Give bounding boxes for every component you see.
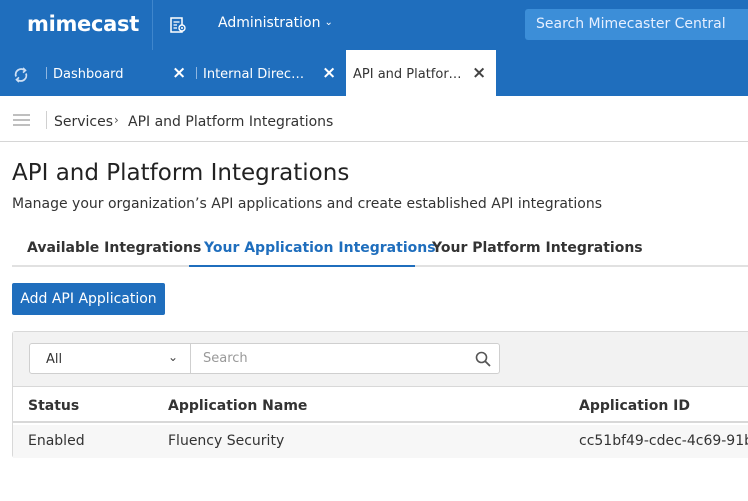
filter-bar: All ⌄ Search bbox=[13, 332, 748, 387]
administration-menu-label: Administration bbox=[218, 15, 321, 31]
header-divider bbox=[152, 0, 153, 50]
breadcrumb-services[interactable]: Services bbox=[54, 114, 113, 130]
tab-label: Internal Directories bbox=[203, 67, 309, 82]
close-icon[interactable]: × bbox=[172, 63, 186, 83]
page-subtitle: Manage your organization’s API applicati… bbox=[12, 196, 603, 212]
applications-panel: All ⌄ Search Status Application Name App… bbox=[12, 331, 748, 458]
status-filter-select[interactable]: All ⌄ bbox=[29, 343, 191, 374]
refresh-icon[interactable] bbox=[13, 67, 29, 83]
breadcrumb-current: API and Platform Integrations bbox=[128, 114, 334, 130]
chevron-down-icon: ⌄ bbox=[167, 350, 178, 364]
tab-internal-directories[interactable]: Internal Directories × bbox=[203, 50, 346, 96]
tab-label: API and Platform Integrations bbox=[353, 67, 463, 82]
search-placeholder: Search bbox=[203, 351, 248, 366]
table-row[interactable]: Enabled Fluency Security cc51bf49-cdec-4… bbox=[13, 425, 748, 458]
tab-separator bbox=[196, 67, 197, 79]
admin-console-icon[interactable] bbox=[169, 16, 187, 34]
chevron-down-icon: ⌄ bbox=[324, 17, 333, 28]
tab-separator bbox=[46, 67, 47, 79]
breadcrumb-divider bbox=[46, 111, 47, 129]
cell-status: Enabled bbox=[28, 433, 85, 449]
page-title: API and Platform Integrations bbox=[12, 160, 350, 186]
column-header-application-name[interactable]: Application Name bbox=[168, 398, 307, 414]
menu-icon[interactable] bbox=[13, 114, 30, 126]
chevron-right-icon: › bbox=[114, 113, 119, 127]
status-filter-value: All bbox=[46, 352, 63, 367]
close-icon[interactable]: × bbox=[322, 63, 336, 83]
tab-available-integrations[interactable]: Available Integrations bbox=[27, 240, 201, 256]
cell-application-id: cc51bf49-cdec-4c69-91bf-0 bbox=[579, 433, 748, 449]
mimecaster-central-search-input[interactable]: Search Mimecaster Central bbox=[525, 9, 748, 40]
active-tab-indicator bbox=[189, 265, 415, 267]
search-input[interactable]: Search bbox=[190, 343, 500, 374]
table-header: Status Application Name Application ID bbox=[13, 387, 748, 423]
tab-your-platform-integrations[interactable]: Your Platform Integrations bbox=[432, 240, 643, 256]
tab-api-and-platform-integrations[interactable]: API and Platform Integrations × bbox=[346, 50, 496, 96]
add-api-application-button[interactable]: Add API Application bbox=[12, 283, 165, 315]
tab-dashboard[interactable]: Dashboard × bbox=[53, 50, 196, 96]
column-header-application-id[interactable]: Application ID bbox=[579, 398, 690, 414]
search-icon[interactable] bbox=[475, 351, 491, 367]
mimecast-logo[interactable]: mimecast bbox=[27, 12, 139, 36]
tab-strip: Dashboard × Internal Directories × API a… bbox=[0, 50, 748, 96]
cell-application-name[interactable]: Fluency Security bbox=[168, 433, 284, 449]
tab-label: Dashboard bbox=[53, 67, 124, 82]
top-bar: mimecast Administration ⌄ Search Mimecast… bbox=[0, 0, 748, 50]
close-icon[interactable]: × bbox=[472, 63, 486, 83]
integration-tabs: Available Integrations Your Application … bbox=[12, 232, 748, 267]
breadcrumb-bar: Services › API and Platform Integrations bbox=[0, 96, 748, 142]
tab-your-application-integrations[interactable]: Your Application Integrations bbox=[204, 240, 436, 256]
column-header-status[interactable]: Status bbox=[28, 398, 79, 414]
administration-menu[interactable]: Administration ⌄ bbox=[218, 15, 333, 31]
